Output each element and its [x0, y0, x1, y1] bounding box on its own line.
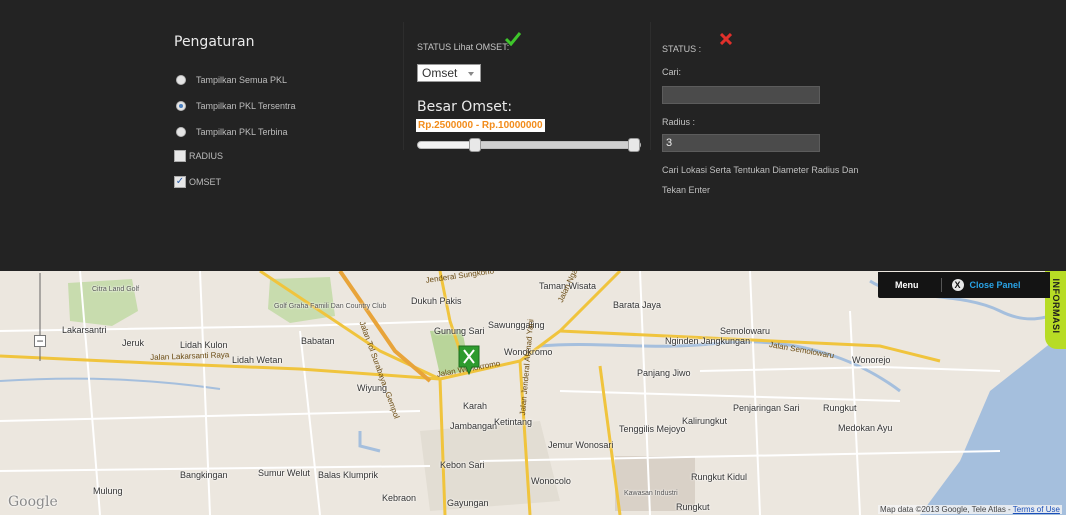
option-label: Tampilkan PKL Tersentra	[196, 101, 296, 111]
check-icon	[504, 32, 522, 51]
map-place-label: Sawunggaling	[488, 320, 545, 330]
map-place-label: Jeruk	[122, 338, 145, 348]
option-semua-pkl[interactable]: Tampilkan Semua PKL	[176, 75, 287, 85]
close-panel-button[interactable]: Close Panel	[970, 280, 1021, 290]
restaurant-marker-icon[interactable]	[458, 345, 480, 376]
map-place-label: Medokan Ayu	[838, 423, 893, 433]
map-place-label: Barata Jaya	[613, 300, 662, 310]
map-place-label: Semolowaru	[720, 326, 771, 336]
select-value: Omset	[422, 66, 458, 80]
omset-range-slider[interactable]	[417, 138, 641, 152]
search-help-text: Cari Lokasi Serta Tentukan Diameter Radi…	[662, 165, 859, 195]
settings-panel: Pengaturan Tampilkan Semua PKL Tampilkan…	[0, 0, 1066, 271]
map-place-label: Ketintang	[494, 417, 533, 427]
zoom-control[interactable]	[32, 273, 48, 366]
map-place-label: Lidah Wetan	[232, 355, 283, 365]
menu-label[interactable]: Menu	[895, 280, 919, 290]
search-status-label: STATUS :	[662, 44, 702, 54]
slider-max-handle[interactable]	[628, 138, 640, 152]
map-place-label: Kawasan Industri	[624, 490, 678, 497]
google-logo: Google	[8, 494, 58, 510]
radio-selected-icon[interactable]	[176, 101, 186, 111]
option-pkl-terbina[interactable]: Tampilkan PKL Terbina	[176, 127, 288, 137]
checkbox-label: OMSET	[189, 177, 222, 187]
map-place-label: Balas Klumprik	[318, 470, 379, 480]
map-place-label: Panjang Jiwo	[637, 368, 691, 378]
settings-title: Pengaturan	[174, 34, 255, 50]
map-place-label: Kalirungkut	[682, 416, 728, 426]
omset-range-label: Rp.2500000 - Rp.10000000	[416, 119, 545, 132]
map-place-label: Lidah Kulon	[180, 340, 228, 350]
map-place-label: Rungkut	[676, 502, 710, 512]
checkbox-radius[interactable]: RADIUS	[174, 150, 223, 162]
cross-icon	[719, 32, 733, 50]
map-place-label: Lakarsantri	[62, 325, 107, 335]
terms-link[interactable]: Terms of Use	[1013, 505, 1060, 514]
map-place-label: Gayungan	[447, 498, 489, 508]
map-place-label: Mulung	[93, 486, 123, 496]
zoom-out-button[interactable]: −	[34, 335, 46, 347]
menu-separator	[940, 278, 942, 292]
map-place-label: Babatan	[301, 336, 335, 346]
map-place-label: Golf Graha Famili Dan Country Club	[274, 303, 387, 310]
checkbox-icon[interactable]	[174, 150, 186, 162]
radio-icon[interactable]	[176, 127, 186, 137]
map-place-label: Rungkut	[823, 403, 857, 413]
map-place-label: Kebraon	[382, 493, 417, 503]
besar-omset-heading: Besar Omset:	[417, 99, 513, 115]
menu-bar: Menu X Close Panel	[878, 272, 1050, 298]
map-place-label: Jambangan	[450, 421, 498, 431]
map-place-label: Citra Land Golf	[92, 286, 140, 293]
map-place-label: Tenggilis Mejoyo	[619, 424, 686, 434]
slider-fill	[474, 142, 636, 148]
slider-min-handle[interactable]	[468, 138, 481, 152]
checkbox-label: RADIUS	[189, 151, 224, 161]
option-pkl-tersentra[interactable]: Tampilkan PKL Tersentra	[176, 101, 296, 111]
checkbox-omset[interactable]: ✓ OMSET	[174, 176, 221, 188]
map-place-label: Kebon Sari	[440, 460, 485, 470]
map-place-label: Gunung Sari	[434, 326, 485, 336]
map-place-label: Jemur Wonosari	[548, 440, 614, 450]
close-icon[interactable]: X	[951, 279, 964, 291]
radius-label: Radius :	[662, 117, 696, 127]
attribution-text: Map data ©2013 Google, Tele Atlas -	[880, 505, 1013, 514]
map-attribution: Map data ©2013 Google, Tele Atlas - Term…	[878, 505, 1062, 514]
chevron-down-icon	[468, 72, 474, 76]
checkbox-checked-icon[interactable]: ✓	[174, 176, 186, 188]
cari-input[interactable]	[662, 86, 820, 104]
omset-status-label: STATUS Lihat OMSET:	[417, 42, 510, 52]
option-label: Tampilkan PKL Terbina	[196, 127, 288, 137]
radio-icon[interactable]	[176, 75, 186, 85]
option-label: Tampilkan Semua PKL	[196, 75, 288, 85]
map-place-label: Wonocolo	[531, 476, 571, 486]
map-place-label: Rungkut Kidul	[691, 472, 748, 482]
map-place-label: Wonorejo	[852, 355, 891, 365]
omset-select[interactable]: Omset	[417, 64, 481, 82]
map-place-label: Sumur Welut	[258, 468, 310, 478]
map-place-label: Penjaringan Sari	[733, 403, 800, 413]
cari-label: Cari:	[662, 67, 682, 77]
map-place-label: Bangkingan	[180, 470, 228, 480]
map-place-label: Karah	[463, 401, 488, 411]
map-place-label: Dukuh Pakis	[411, 296, 462, 306]
map-place-label: Nginden Jangkungan	[665, 336, 751, 346]
radius-input[interactable]: 3	[662, 134, 820, 152]
